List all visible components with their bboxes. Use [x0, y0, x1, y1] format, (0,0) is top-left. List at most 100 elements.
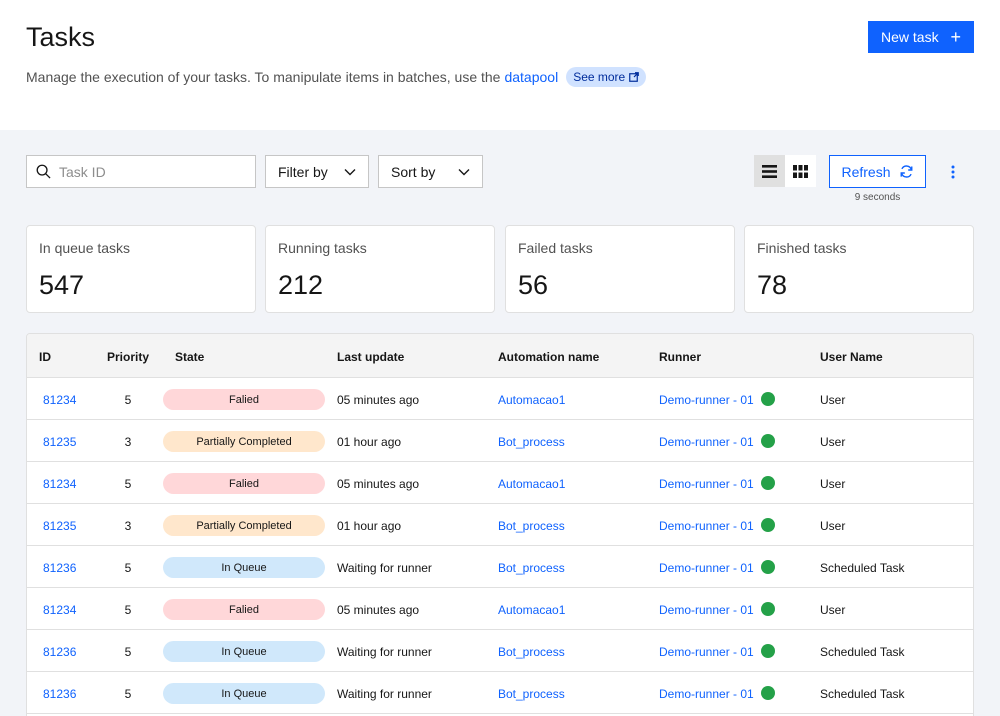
automation-link[interactable]: Bot_process — [498, 519, 565, 533]
priority-cell: 5 — [124, 393, 132, 407]
view-toggle — [754, 155, 817, 187]
refresh-timer: 9 seconds — [854, 192, 901, 203]
refresh-button[interactable]: Refresh — [829, 155, 926, 188]
runner-link[interactable]: Demo-runner - 01 — [659, 477, 754, 491]
stat-value: 56 — [518, 270, 549, 300]
runner-link[interactable]: Demo-runner - 01 — [659, 561, 754, 575]
external-link-icon — [629, 72, 640, 82]
state-badge: Partially Completed — [163, 515, 325, 536]
table-row[interactable]: 81236 5 In Queue Waiting for runner Bot_proc… — [27, 630, 973, 672]
see-more-tag[interactable]: See more — [566, 67, 647, 87]
grid-view-icon — [793, 164, 808, 178]
column-header-state[interactable]: State — [175, 350, 204, 364]
datapool-link[interactable]: datapool — [504, 69, 558, 85]
column-header-runner[interactable]: Runner — [659, 350, 701, 364]
stat-card-finished: Finished tasks 78 — [744, 225, 974, 313]
filter-label: Filter by — [278, 163, 328, 180]
runner-link[interactable]: Demo-runner - 01 — [659, 645, 754, 659]
task-id-link[interactable]: 81234 — [43, 393, 76, 407]
runner-status-dot — [761, 518, 775, 532]
stat-card-failed: Failed tasks 56 — [505, 225, 735, 313]
table-row[interactable]: 81235 3 Partially Completed 01 hour ago Bot_… — [27, 504, 973, 546]
task-id-link[interactable]: 81236 — [43, 561, 76, 575]
task-id-link[interactable]: 81236 — [43, 687, 76, 701]
column-header-user-name[interactable]: User Name — [820, 350, 883, 364]
task-id-link[interactable]: 81235 — [43, 519, 76, 533]
list-view-button[interactable] — [754, 155, 785, 187]
page-title: Tasks — [26, 22, 96, 52]
last-update-cell: 05 minutes ago — [337, 393, 420, 407]
state-badge: Partially Completed — [163, 431, 325, 452]
state-badge: In Queue — [163, 683, 325, 704]
runner-link[interactable]: Demo-runner - 01 — [659, 519, 754, 533]
overflow-menu-button[interactable] — [944, 160, 962, 184]
runner-link[interactable]: Demo-runner - 01 — [659, 393, 754, 407]
automation-link[interactable]: Bot_process — [498, 561, 565, 575]
stat-value: 78 — [757, 270, 788, 300]
user-name-cell: User — [820, 435, 846, 449]
automation-link[interactable]: Bot_process — [498, 687, 565, 701]
subtitle-text: Manage the execution of your tasks. To m… — [26, 69, 501, 85]
table-row[interactable]: 81234 5 Falied 05 minutes ago Automacao1 Demo… — [27, 588, 973, 630]
table-row[interactable]: 81234 5 Falied 05 minutes ago Automacao1 Demo… — [27, 462, 973, 504]
list-view-icon — [762, 164, 777, 178]
grid-view-button[interactable] — [785, 155, 816, 187]
column-header-automation-name[interactable]: Automation name — [498, 350, 599, 364]
last-update-cell: 01 hour ago — [337, 435, 402, 449]
runner-link[interactable]: Demo-runner - 01 — [659, 603, 754, 617]
task-id-link[interactable]: 81235 — [43, 435, 76, 449]
search-input[interactable] — [59, 163, 239, 180]
runner-status-dot — [761, 686, 775, 700]
priority-cell: 5 — [124, 645, 132, 659]
stat-label: In queue tasks — [39, 240, 131, 256]
stat-label: Running tasks — [278, 240, 367, 256]
task-id-link[interactable]: 81236 — [43, 645, 76, 659]
last-update-cell: 01 hour ago — [337, 519, 402, 533]
stat-card-in-queue: In queue tasks 547 — [26, 225, 256, 313]
automation-link[interactable]: Bot_process — [498, 645, 565, 659]
column-header-priority[interactable]: Priority — [107, 350, 149, 364]
priority-cell: 5 — [124, 603, 132, 617]
table-row[interactable]: 81234 5 Falied 05 minutes ago Automacao1 Demo… — [27, 378, 973, 420]
user-name-cell: Scheduled Task — [820, 687, 905, 701]
sort-dropdown[interactable]: Sort by — [378, 155, 483, 188]
table-row[interactable]: 81235 3 Partially Completed 01 hour ago Bot_… — [27, 420, 973, 462]
last-update-cell: Waiting for runner — [337, 687, 432, 701]
tasks-table: ID Priority State Last update Automation… — [26, 333, 974, 716]
chevron-down-icon — [344, 168, 356, 175]
priority-cell: 5 — [124, 687, 132, 701]
task-id-link[interactable]: 81234 — [43, 603, 76, 617]
automation-link[interactable]: Automacao1 — [498, 477, 565, 491]
state-badge: Falied — [163, 473, 325, 494]
search-box[interactable] — [26, 155, 256, 188]
column-header-last-update[interactable]: Last update — [337, 350, 404, 364]
chevron-down-icon — [458, 168, 470, 175]
runner-status-dot — [761, 434, 775, 448]
automation-link[interactable]: Bot_process — [498, 435, 565, 449]
main-content: Filter by Sort by Refresh 9 seconds In q… — [0, 130, 1000, 716]
priority-cell: 5 — [124, 561, 132, 575]
state-badge: Falied — [163, 599, 325, 620]
runner-link[interactable]: Demo-runner - 01 — [659, 687, 754, 701]
automation-link[interactable]: Automacao1 — [498, 393, 565, 407]
sort-label: Sort by — [391, 163, 436, 180]
priority-cell: 3 — [124, 519, 132, 533]
runner-status-dot — [761, 560, 775, 574]
see-more-label: See more — [573, 70, 626, 84]
task-id-link[interactable]: 81234 — [43, 477, 76, 491]
runner-status-dot — [761, 476, 775, 490]
new-task-label: New task — [881, 29, 939, 45]
table-row[interactable]: 81236 5 In Queue Waiting for runner Bot_proc… — [27, 546, 973, 588]
filter-dropdown[interactable]: Filter by — [265, 155, 369, 188]
runner-link[interactable]: Demo-runner - 01 — [659, 435, 754, 449]
table-row[interactable]: 81236 5 In Queue Waiting for runner Bot_proc… — [27, 672, 973, 714]
state-badge: In Queue — [163, 641, 325, 662]
automation-link[interactable]: Automacao1 — [498, 603, 565, 617]
priority-cell: 5 — [124, 477, 132, 491]
runner-status-dot — [761, 644, 775, 658]
new-task-button[interactable]: New task + — [868, 21, 974, 53]
user-name-cell: User — [820, 477, 846, 491]
stat-value: 212 — [278, 270, 324, 300]
column-header-id[interactable]: ID — [39, 350, 51, 364]
user-name-cell: Scheduled Task — [820, 645, 905, 659]
